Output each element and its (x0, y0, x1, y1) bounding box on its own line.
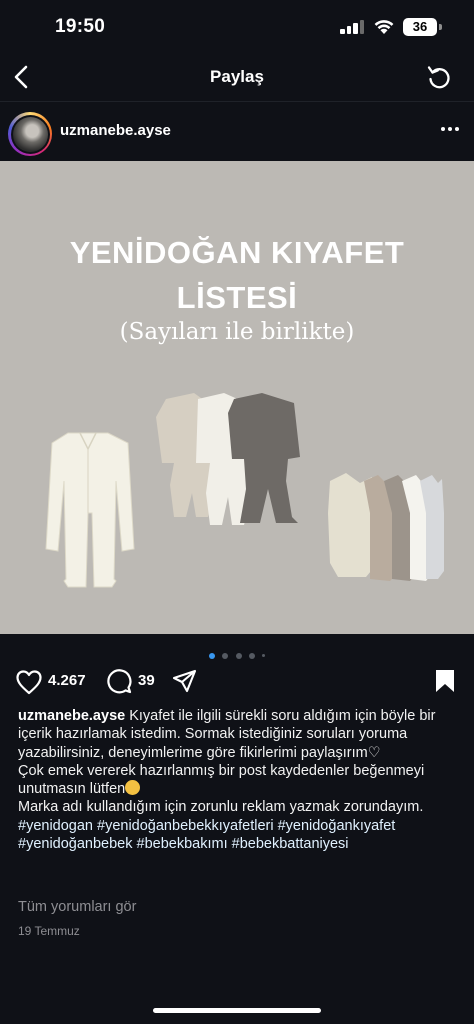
post-actions: 4.267 39 (0, 664, 474, 698)
bookmark-icon[interactable] (434, 668, 456, 694)
avatar[interactable] (8, 112, 52, 156)
carousel-dot (262, 654, 266, 658)
carousel-indicator (0, 647, 474, 659)
post-date: 19 Temmuz (18, 924, 80, 938)
post-username[interactable]: uzmanebe.ayse (60, 122, 171, 139)
caption-hashtags[interactable]: #yenidogan #yenidoğanbebekkıyafetleri #y… (18, 818, 395, 852)
refresh-icon[interactable] (425, 63, 453, 91)
post-header: uzmanebe.ayse (0, 101, 474, 161)
home-indicator[interactable] (153, 1008, 321, 1013)
page-title: Paylaş (210, 67, 264, 86)
battery-icon: 36 (403, 18, 437, 36)
wifi-icon (374, 20, 394, 34)
carousel-dot (222, 652, 229, 659)
battery-tip (439, 24, 442, 30)
carousel-dot-active (208, 652, 215, 659)
post-image[interactable]: YENİDOĞAN KIYAFET LİSTESİ (Sayıları ile … (0, 161, 474, 634)
sleepsuit-illustration (45, 432, 135, 588)
comment-icon[interactable] (106, 668, 132, 694)
cellular-signal-icon (340, 19, 365, 34)
caption-text-3: Marka adı kullandığım için zorunlu rekla… (18, 799, 424, 816)
carousel-dot (248, 652, 255, 659)
clothing-illustration (45, 393, 444, 588)
post-caption: uzmanebe.ayse Kıyafet ile ilgili sürekli… (18, 707, 460, 853)
like-count[interactable]: 4.267 (48, 672, 86, 689)
carousel-dot (235, 652, 242, 659)
share-icon[interactable] (172, 669, 197, 693)
upside-down-face-emoji-icon (125, 780, 141, 796)
more-options-icon[interactable] (440, 124, 460, 134)
view-all-comments-link[interactable]: Tüm yorumları gör (18, 899, 136, 915)
status-bar: 19:50 36 (0, 0, 474, 54)
comment-count[interactable]: 39 (138, 672, 155, 689)
avatar-image (12, 116, 48, 152)
navigation-bar: Paylaş (0, 54, 474, 100)
sleeveless-bodysuits-illustration (328, 473, 444, 581)
status-time: 19:50 (55, 16, 106, 37)
caption-username[interactable]: uzmanebe.ayse (18, 708, 125, 724)
caption-text-2: Çok emek vererek hazırlanmış bir post ka… (18, 762, 425, 798)
heart-icon[interactable] (15, 669, 43, 695)
white-heart-icon: ♡ (367, 744, 381, 761)
bodysuit-set-illustration (156, 393, 300, 525)
